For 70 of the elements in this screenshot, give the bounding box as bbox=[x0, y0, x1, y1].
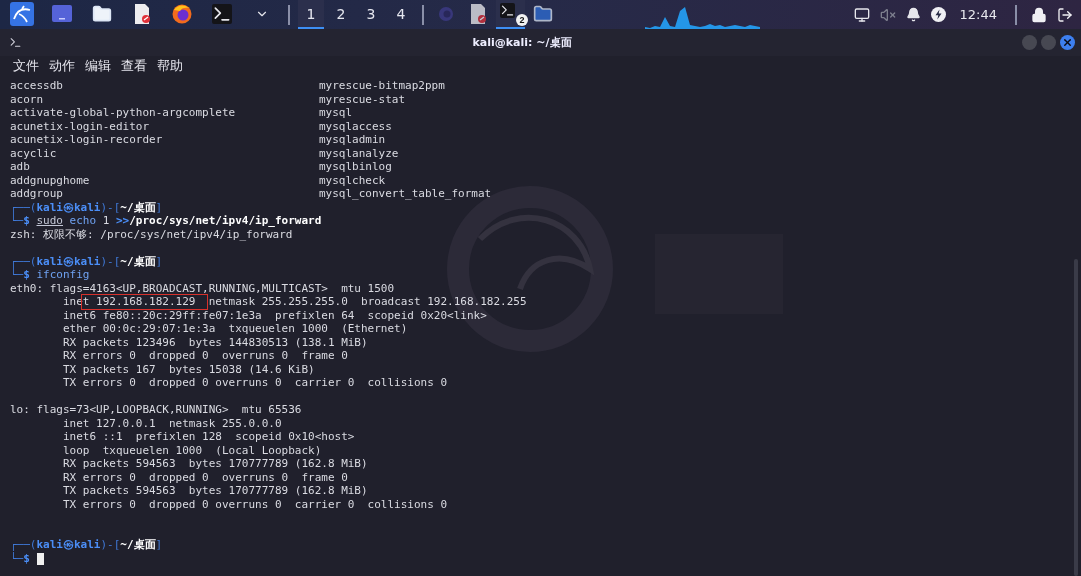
workspace-tab[interactable]: 3 bbox=[358, 0, 384, 29]
file-name: acunetix-login-recorder bbox=[10, 133, 164, 147]
terminal-line: TX packets 594563 bytes 170777789 (162.8 MiB) bbox=[61, 484, 369, 498]
workspace-tab[interactable]: 1 bbox=[298, 0, 324, 29]
workspace-tab[interactable]: 2 bbox=[328, 0, 354, 29]
terminal-line: ether 00:0c:29:07:1e:3a txqueuelen 1000 (Ethernet) bbox=[61, 322, 409, 336]
menu-item[interactable]: 动作 bbox=[49, 57, 75, 75]
terminal-line: inet6 ::1 prefixlen 128 scopeid 0x10<host> bbox=[61, 430, 356, 444]
count-badge: 2 bbox=[516, 14, 528, 26]
terminal-line: └─$ bbox=[10, 551, 1071, 565]
terminal-icon[interactable] bbox=[500, 3, 515, 18]
file-name: mysqlanalyze bbox=[319, 146, 400, 160]
file-name: mysqladmin bbox=[319, 133, 387, 147]
logout-icon[interactable] bbox=[1057, 6, 1073, 23]
terminal-line: ┌──(kali㉿kali)-[~/桌面] bbox=[10, 254, 164, 268]
file-name: adb bbox=[10, 160, 31, 174]
terminal-line: TX errors 0 dropped 0 overruns 0 carrier 0 collisions 0 bbox=[61, 376, 449, 390]
browser-icon[interactable] bbox=[172, 3, 192, 24]
terminal-line: ┌──(kali㉿kali)-[~/桌面] bbox=[10, 200, 164, 214]
file-name: mysqlaccess bbox=[319, 119, 393, 133]
terminal-line: zsh: 权限不够: /proc/sys/net/ipv4/ip_forward bbox=[10, 227, 294, 241]
window-title: kali@kali: ~/桌面 bbox=[471, 35, 573, 50]
file-name: myrescue-bitmap2ppm bbox=[319, 79, 446, 93]
terminal-icon[interactable] bbox=[212, 3, 232, 24]
terminal-line: RX packets 123496 bytes 144830513 (138.1 MiB) bbox=[61, 335, 369, 349]
folder-icon[interactable] bbox=[533, 3, 553, 24]
terminal-line: lo: flags=73<UP,LOOPBACK,RUNNING> mtu 65536 bbox=[10, 403, 303, 417]
file-name: activate-global-python-argcomplete bbox=[10, 106, 237, 120]
lock-icon[interactable] bbox=[1031, 6, 1047, 23]
close-icon bbox=[1062, 37, 1073, 48]
file-name: myrescue-stat bbox=[319, 92, 407, 106]
document-icon[interactable] bbox=[469, 3, 487, 24]
document-icon[interactable] bbox=[133, 3, 151, 24]
menu-item[interactable]: 文件 bbox=[13, 57, 39, 75]
terminal-line: loop txqueuelen 1000 (Local Loopback) bbox=[61, 443, 323, 457]
file-name: mysql_convert_table_format bbox=[319, 187, 493, 201]
file-name: mysqlbinlog bbox=[319, 160, 393, 174]
file-name: mysqlcheck bbox=[319, 173, 387, 187]
file-name: mysql bbox=[319, 106, 354, 120]
terminal-line: RX errors 0 dropped 0 overruns 0 frame 0 bbox=[61, 470, 349, 484]
menu-item[interactable]: 查看 bbox=[121, 57, 147, 75]
clock[interactable]: 12:44 bbox=[959, 7, 997, 22]
file-name: acunetix-login-editor bbox=[10, 119, 151, 133]
bell-icon[interactable] bbox=[905, 7, 921, 22]
terminal-line: └─$ sudo echo 1 >>/proc/sys/net/ipv4/ip_forward bbox=[10, 214, 323, 228]
task-button[interactable]: 2 bbox=[496, 0, 525, 29]
terminal-line: ┌──(kali㉿kali)-[~/桌面] bbox=[10, 538, 164, 552]
workspace-tab[interactable]: 4 bbox=[388, 0, 414, 29]
terminal-line: RX errors 0 dropped 0 overruns 0 frame 0 bbox=[61, 349, 349, 363]
folder-icon[interactable] bbox=[92, 3, 112, 24]
lightning-icon[interactable] bbox=[930, 7, 946, 22]
menu-item[interactable]: 编辑 bbox=[85, 57, 111, 75]
terminal-line: TX errors 0 dropped 0 overruns 0 carrier 0 collisions 0 bbox=[61, 497, 449, 511]
file-name: acorn bbox=[10, 92, 45, 106]
kali-logo-icon[interactable] bbox=[10, 1, 34, 26]
close-button[interactable] bbox=[1060, 35, 1075, 50]
file-name: acyclic bbox=[10, 146, 58, 160]
terminal-line: RX packets 594563 bytes 170777789 (162.8 MiB) bbox=[61, 457, 369, 471]
muted-speaker-icon[interactable] bbox=[879, 6, 896, 23]
terminal-line: TX packets 167 bytes 15038 (14.6 KiB) bbox=[61, 362, 316, 376]
terminal-line: inet 127.0.0.1 netmask 255.0.0.0 bbox=[61, 416, 283, 430]
terminal-line: └─$ ifconfig bbox=[10, 268, 91, 282]
file-name: addgnupghome bbox=[10, 173, 91, 187]
terminal-icon bbox=[9, 36, 22, 49]
network-icon[interactable] bbox=[853, 6, 870, 23]
terminal-line: eth0: flags=4163<UP,BROADCAST,RUNNING,MULTICAST> mtu 1500 bbox=[10, 281, 396, 295]
menu-item[interactable]: 帮助 bbox=[157, 57, 183, 75]
file-name: accessdb bbox=[10, 79, 64, 93]
file-name: addgroup bbox=[10, 187, 64, 201]
terminal-line: inet6 fe80::20c:29ff:fe07:1e3a prefixlen 64 scopeid 0x20<link> bbox=[61, 308, 488, 322]
